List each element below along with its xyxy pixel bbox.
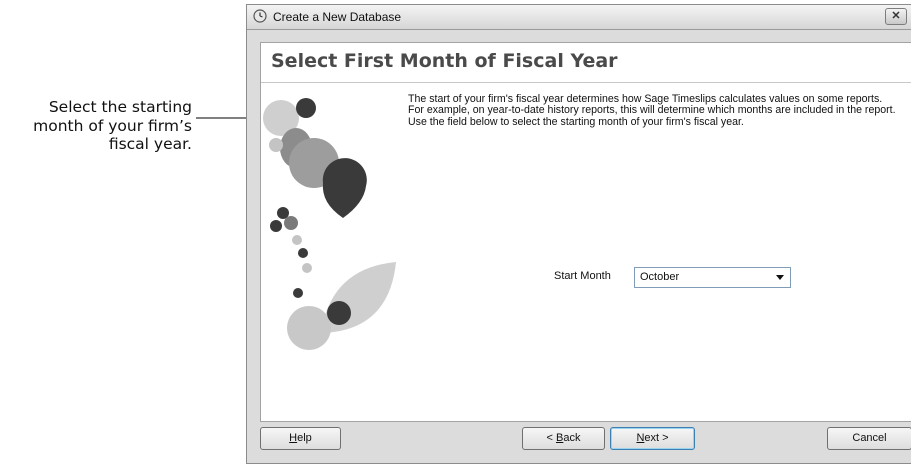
wizard-panel: Select First Month of Fiscal Year The st… bbox=[260, 42, 911, 422]
decorative-art bbox=[263, 98, 396, 350]
start-month-select[interactable]: October bbox=[634, 267, 791, 288]
chevron-down-icon[interactable] bbox=[776, 275, 784, 280]
window-title: Create a New Database bbox=[273, 10, 402, 24]
back-button[interactable]: < Back bbox=[522, 427, 605, 450]
create-database-dialog: Create a New Database ✕ Select First Mon… bbox=[246, 4, 911, 464]
close-icon: ✕ bbox=[891, 10, 901, 22]
start-month-value: October bbox=[640, 271, 680, 283]
title-bar[interactable]: Create a New Database ✕ bbox=[247, 5, 911, 30]
help-button[interactable]: Help bbox=[260, 427, 341, 450]
next-button[interactable]: Next > bbox=[610, 427, 695, 450]
clock-icon bbox=[253, 9, 267, 23]
page-description: The start of your firm's fiscal year det… bbox=[408, 93, 896, 128]
cancel-button[interactable]: Cancel bbox=[827, 427, 911, 450]
close-button[interactable]: ✕ bbox=[885, 8, 907, 25]
start-month-label: Start Month bbox=[554, 270, 611, 282]
